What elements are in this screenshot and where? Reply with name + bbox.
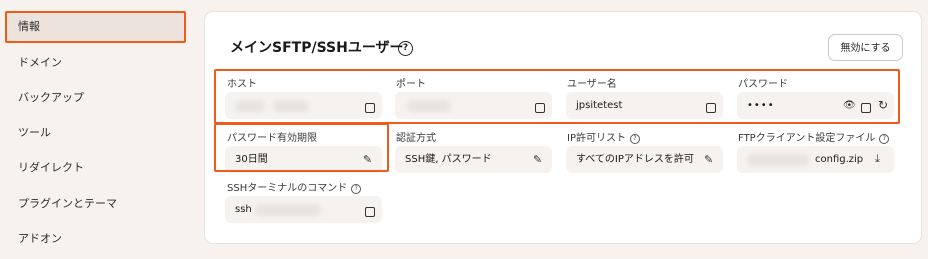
copy-icon[interactable] (532, 100, 545, 113)
password-field: •••• 👁 ↻ (737, 92, 894, 119)
copy-icon[interactable] (703, 100, 716, 113)
ftp-config-field: config.zip ⤓ (737, 146, 894, 173)
disable-button[interactable]: 無効にする (828, 34, 903, 61)
refresh-icon[interactable]: ↻ (878, 99, 888, 111)
ssh-command-label: SSHターミナルのコマンド? (227, 179, 362, 194)
auth-method-field: SSH鍵, パスワード ✎ (395, 146, 552, 173)
edit-pencil-icon[interactable]: ✎ (363, 154, 372, 166)
sidebar-item-domains[interactable]: ドメイン (18, 53, 62, 73)
ip-allowlist-field: すべてのIPアドレスを許可 ✎ (566, 146, 723, 173)
ftp-config-value: config.zip (815, 154, 864, 165)
auth-method-value: SSH鍵, パスワード (405, 154, 492, 165)
ftp-config-label: FTPクライアント設定ファイル? (738, 129, 890, 144)
edit-pencil-icon[interactable]: ✎ (704, 154, 713, 166)
ip-allowlist-label: IP許可リスト? (567, 129, 640, 144)
host-redacted-2 (273, 100, 309, 112)
sidebar-item-addons[interactable]: アドオン (18, 229, 62, 249)
port-redacted (407, 100, 451, 112)
password-expiry-value: 30日間 (235, 154, 268, 165)
copy-icon[interactable] (362, 204, 375, 217)
help-icon[interactable]: ? (398, 41, 413, 56)
ip-allowlist-value: すべてのIPアドレスを許可 (576, 154, 694, 165)
sidebar-item-backups[interactable]: バックアップ (18, 88, 84, 108)
sidebar-item-redirects[interactable]: リダイレクト (18, 158, 84, 178)
ssh-command-redacted (255, 204, 321, 216)
page-title: メインSFTP/SSHユーザー (230, 40, 404, 56)
sftp-ssh-panel: メインSFTP/SSHユーザー ? 無効にする ホスト ポート ユーザー名 パス… (204, 11, 922, 244)
port-field (395, 92, 552, 119)
password-expiry-field: 30日間 ✎ (225, 146, 382, 173)
ssh-command-value: ssh (235, 204, 252, 215)
download-icon[interactable]: ⤓ (875, 153, 880, 165)
help-icon[interactable]: ? (351, 184, 362, 194)
sidebar-item-info[interactable]: 情報 (18, 17, 40, 37)
port-label: ポート (396, 79, 426, 90)
username-value: jpsitetest (576, 100, 623, 111)
copy-icon[interactable] (362, 100, 375, 113)
username-field: jpsitetest (566, 92, 723, 119)
sidebar: 情報 ドメイン バックアップ ツール リダイレクト プラグインとテーマ アドオン (0, 0, 195, 259)
ftp-config-redacted (747, 154, 809, 166)
help-icon[interactable]: ? (629, 134, 640, 144)
edit-pencil-icon[interactable]: ✎ (533, 154, 542, 166)
host-redacted (235, 100, 265, 112)
eye-icon[interactable]: 👁 (843, 100, 856, 112)
auth-method-label: 認証方式 (396, 133, 436, 144)
ssh-command-field: ssh (225, 196, 382, 223)
help-icon[interactable]: ? (879, 134, 890, 144)
sidebar-item-tools[interactable]: ツール (18, 123, 51, 143)
copy-icon[interactable] (858, 100, 871, 113)
password-label: パスワード (738, 79, 788, 90)
password-expiry-label: パスワード有効期限 (227, 133, 317, 144)
host-label: ホスト (227, 79, 257, 90)
host-field (225, 92, 382, 119)
username-label: ユーザー名 (567, 79, 617, 90)
sidebar-item-plugins-themes[interactable]: プラグインとテーマ (18, 194, 117, 214)
password-value: •••• (747, 100, 775, 111)
